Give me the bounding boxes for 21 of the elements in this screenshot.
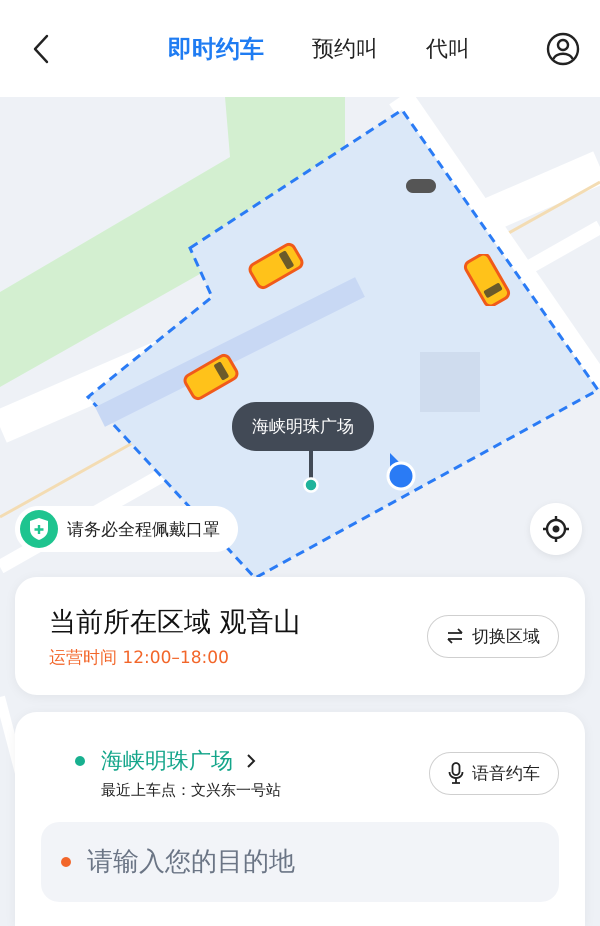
locate-icon <box>542 515 570 543</box>
destination-field[interactable]: 请输入您的目的地 <box>41 822 559 902</box>
user-icon <box>546 32 580 66</box>
voice-booking-button[interactable]: 语音约车 <box>429 752 559 794</box>
notice-text: 请务必全程佩戴口罩 <box>67 518 220 540</box>
region-title: 当前所在区域 观音山 <box>49 606 301 640</box>
pickup-dot-icon <box>75 756 85 766</box>
tab[interactable]: 代叫 <box>426 28 470 68</box>
chevron-right-icon <box>245 752 257 770</box>
nearest-pickup-text: 最近上车点：文兴东一号站 <box>101 781 282 800</box>
location-callout: 海峡明珠广场 <box>232 402 374 451</box>
shield-icon <box>20 510 58 548</box>
back-icon <box>32 34 50 64</box>
current-location-icon <box>384 453 418 493</box>
tab[interactable]: 预约叫 <box>312 28 378 68</box>
swap-icon <box>446 628 464 644</box>
pickup-pin-icon <box>303 477 319 493</box>
switch-region-button[interactable]: 切换区域 <box>427 614 559 658</box>
operating-hours: 运营时间 12:00–18:00 <box>49 646 230 668</box>
tab[interactable]: 即时约车 <box>168 28 264 68</box>
microphone-icon <box>448 762 464 784</box>
